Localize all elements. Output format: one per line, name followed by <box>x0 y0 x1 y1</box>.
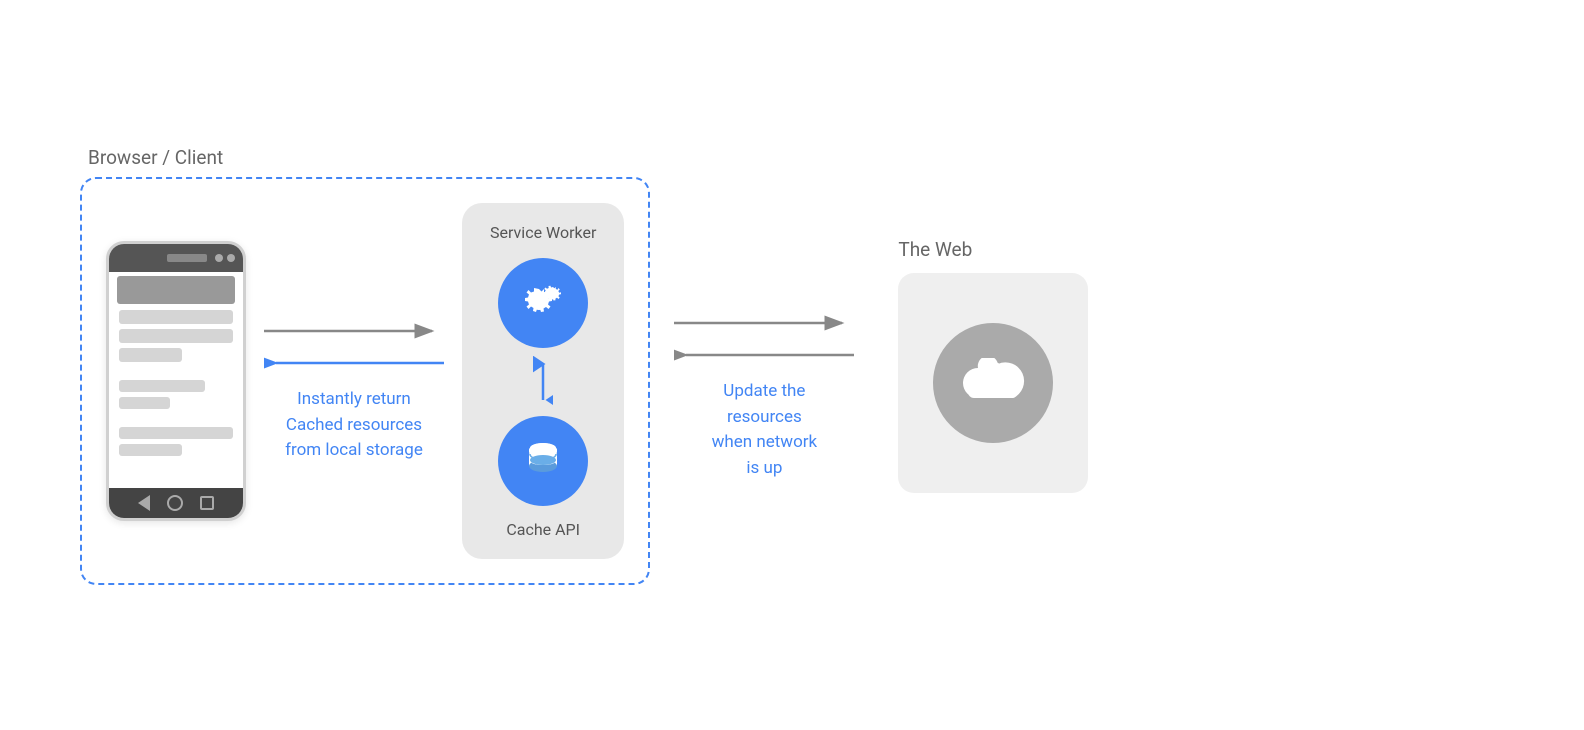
is-up-text: is up <box>712 456 818 482</box>
phone-url-bar <box>117 276 235 304</box>
arrow-right-to-sw <box>264 317 444 345</box>
database-icon <box>516 434 570 488</box>
cloud-icon-circle <box>933 323 1053 443</box>
instantly-return-text: Instantly return <box>285 387 423 413</box>
the-web-label: The Web <box>898 238 972 261</box>
cached-resources-label: Instantly return Cached resources from l… <box>285 387 423 464</box>
gear-icon <box>515 275 571 331</box>
service-worker-box: Service Worker <box>462 203 624 559</box>
phone-status-bar <box>109 244 243 272</box>
recent-nav-icon <box>200 496 214 510</box>
arrow-left-from-web <box>674 341 854 369</box>
browser-client-box: Instantly return Cached resources from l… <box>80 177 650 585</box>
arrows-sw-web: Update the resources when network is up <box>650 309 878 481</box>
arrow-left-from-sw <box>264 349 444 377</box>
update-label: Update the resources when network is up <box>712 379 818 481</box>
web-box <box>898 273 1088 493</box>
vertical-arrow-sw <box>533 356 553 408</box>
from-local-storage-text: from local storage <box>285 438 423 464</box>
back-nav-icon <box>138 495 150 511</box>
update-the-text: Update the <box>712 379 818 405</box>
cache-api-label: Cache API <box>506 520 580 539</box>
phone-bottom-bar <box>109 488 243 518</box>
arrow-right-to-web <box>674 309 854 337</box>
main-layout: Browser / Client <box>0 0 1584 730</box>
service-worker-label: Service Worker <box>490 223 596 242</box>
web-section: The Web <box>898 238 1088 493</box>
when-network-text: when network <box>712 430 818 456</box>
cloud-icon <box>958 358 1028 408</box>
home-nav-icon <box>167 495 183 511</box>
cache-api-icon-circle <box>498 416 588 506</box>
cached-resources-text: Cached resources <box>285 413 423 439</box>
phone-content <box>109 304 243 488</box>
arrows-phone-sw: Instantly return Cached resources from l… <box>246 317 462 464</box>
service-worker-icon-circle <box>498 258 588 348</box>
phone-mockup <box>106 241 246 521</box>
browser-client-label: Browser / Client <box>88 146 650 169</box>
resources-text: resources <box>712 405 818 431</box>
